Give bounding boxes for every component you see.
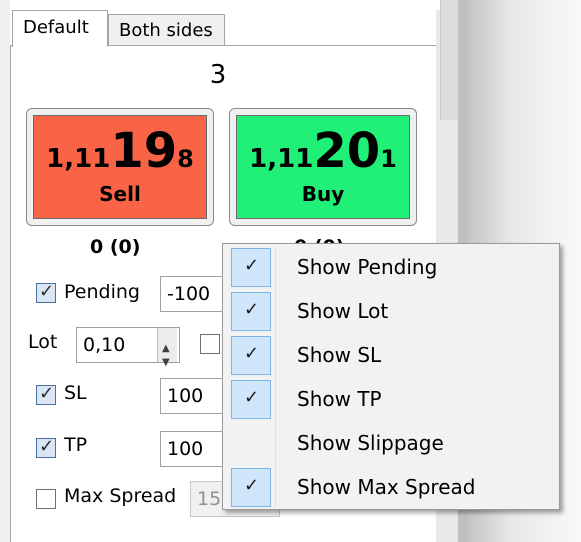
buy-price: 1,11201 [237,124,409,178]
lot-value: 0,10 [83,334,126,356]
sell-price-pips: 19 [110,123,178,179]
max-spread-label: Max Spread [64,485,177,507]
buy-price-fraction: 1 [380,145,397,173]
sl-label: SL [64,382,87,404]
lot-label: Lot [28,331,58,353]
buy-label: Buy [301,182,345,206]
context-menu: Show Pending Show Lot Show SL Show TP Sh… [222,243,560,510]
buy-button[interactable]: 1,11201 Buy [229,108,417,226]
sell-label: Sell [99,182,141,206]
buy-price-prefix: 1,11 [249,144,314,174]
menu-item-show-max-spread[interactable]: Show Max Spread [225,466,557,510]
sell-price: 1,11198 [34,124,206,178]
menu-item-label: Show Slippage [297,431,444,455]
menu-item-show-lot[interactable]: Show Lot [225,290,557,334]
sl-checkbox[interactable] [36,383,56,405]
sell-button-face: 1,11198 Sell [33,115,207,219]
trade-panel: Default Both sides 3 1,11198 Sell 1,1120… [0,0,581,542]
menu-item-show-tp[interactable]: Show TP [225,378,557,422]
scrollbar-thumb[interactable] [440,0,458,120]
tab-both-sides[interactable]: Both sides [108,14,225,46]
menu-item-show-slippage[interactable]: Show Slippage [225,422,557,466]
buy-button-face: 1,11201 Buy [236,115,410,219]
tp-input[interactable]: 100 [160,431,230,467]
tp-checkbox[interactable] [36,436,56,458]
tp-label: TP [64,434,88,456]
menu-item-label: Show Max Spread [297,475,476,499]
pending-input[interactable]: -100 [160,276,230,312]
check-icon [231,380,271,419]
tab-default[interactable]: Default [12,10,108,47]
pending-label: Pending [64,281,140,303]
lot-input[interactable]: 0,10 ▲ ▼ [76,327,180,368]
lot-extra-checkbox[interactable] [200,334,220,354]
menu-item-show-pending[interactable]: Show Pending [225,246,557,290]
max-spread-checkbox[interactable] [36,489,56,509]
sell-button[interactable]: 1,11198 Sell [26,108,214,226]
menu-item-label: Show Lot [297,299,389,323]
sl-input[interactable]: 100 [160,378,230,414]
menu-item-label: Show Pending [297,255,438,279]
sell-stats: 0 (0) [90,236,141,258]
check-icon [231,248,271,287]
menu-item-label: Show TP [297,387,382,411]
menu-item-show-sl[interactable]: Show SL [225,334,557,378]
sell-price-prefix: 1,11 [46,144,111,174]
check-icon [231,336,271,375]
pending-checkbox[interactable] [36,281,56,303]
menu-item-label: Show SL [297,343,382,367]
spin-down-icon[interactable]: ▼ [162,346,170,380]
lot-spinner[interactable]: ▲ ▼ [157,328,177,368]
position-count: 3 [209,60,227,90]
sell-price-fraction: 8 [177,145,194,173]
check-icon [231,468,271,507]
check-icon [231,292,271,331]
buy-price-pips: 20 [313,123,381,179]
